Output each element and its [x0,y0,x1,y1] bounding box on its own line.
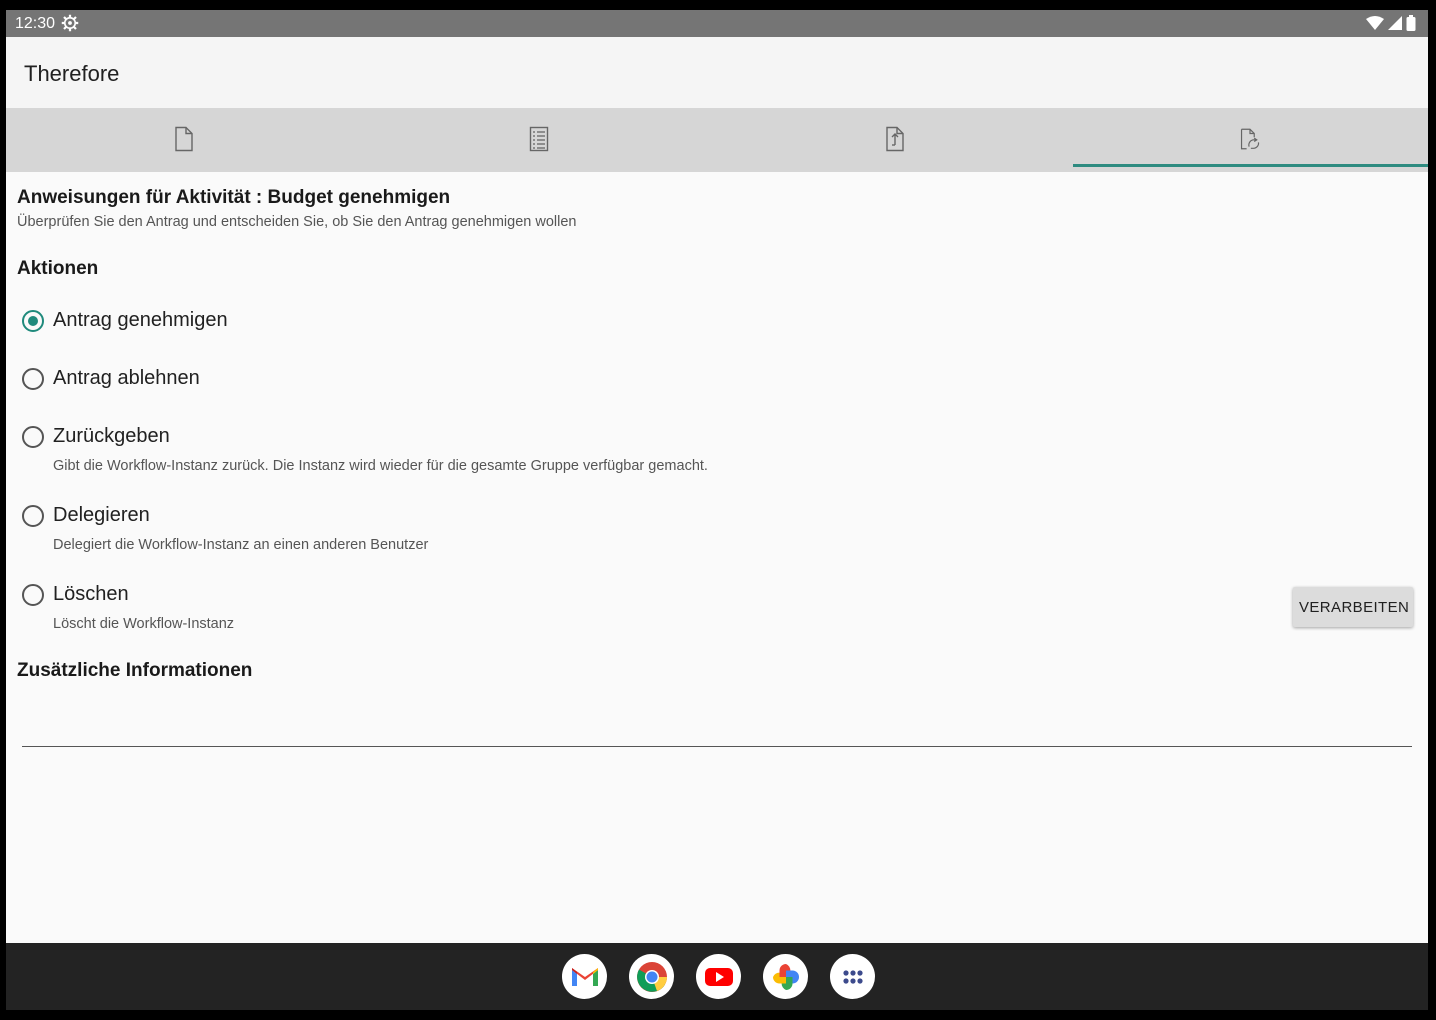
radio-label: Antrag ablehnen [53,367,200,389]
process-button[interactable]: VERARBEITEN [1293,587,1413,627]
radio-delegate[interactable]: Delegieren [22,504,150,527]
chrome-icon[interactable] [629,954,674,999]
status-time: 12:30 [15,15,56,32]
actions-heading: Aktionen [17,258,99,279]
radio-button[interactable] [22,583,44,606]
instructions-title: Anweisungen für Aktivität : Budget geneh… [17,187,451,208]
radio-description: Delegiert die Workflow-Instanz an einen … [53,537,429,553]
tab-workflow[interactable] [1072,108,1429,172]
workflow-document-icon [1241,128,1260,149]
status-bar: 12:30 [6,10,1428,37]
tab-index-data[interactable] [362,108,718,172]
tab-document[interactable] [6,108,362,172]
additional-info-heading: Zusätzliche Informationen [17,660,253,681]
radio-button[interactable] [22,504,44,527]
index-list-icon [530,126,549,151]
radio-return[interactable]: Zurückgeben [22,425,170,448]
youtube-icon[interactable] [696,954,741,999]
settings-gear-icon [61,14,79,32]
radio-label: Löschen [53,583,129,605]
battery-icon [1406,15,1416,31]
radio-button[interactable] [22,425,44,448]
radio-label: Zurückgeben [53,425,170,447]
radio-description: Gibt die Workflow-Instanz zurück. Die In… [53,458,708,474]
wifi-icon [1366,16,1384,30]
app-dock [562,954,875,999]
radio-button[interactable] [22,367,44,390]
gmail-icon[interactable] [562,954,607,999]
tab-bar [6,108,1428,172]
tab-versions[interactable] [717,108,1073,172]
document-icon [175,126,193,151]
taskbar [6,943,1428,1010]
radio-button-checked[interactable] [22,309,44,332]
radio-delete[interactable]: Löschen [22,583,129,606]
document-version-icon [886,126,904,151]
additional-info-input[interactable] [22,712,1412,747]
radio-description: Löscht die Workflow-Instanz [53,616,235,632]
photos-icon[interactable] [763,954,808,999]
app-bar: Therefore [6,37,1428,108]
app-title: Therefore [24,61,120,86]
radio-reject[interactable]: Antrag ablehnen [22,367,200,390]
radio-label: Delegieren [53,504,150,526]
app-drawer-icon[interactable] [830,954,875,999]
radio-approve[interactable]: Antrag genehmigen [22,309,228,332]
device-screen: 12:30 Therefore Anweisungen für Aktivitä… [6,10,1428,1010]
cell-signal-icon [1388,16,1402,30]
instructions-text: Überprüfen Sie den Antrag und entscheide… [17,214,577,230]
radio-label: Antrag genehmigen [53,309,228,331]
